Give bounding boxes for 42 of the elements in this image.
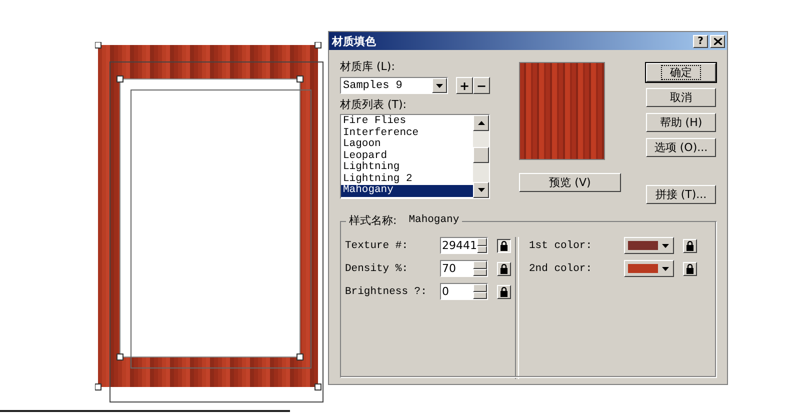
preview-button[interactable]: 预览 (V)	[519, 173, 621, 192]
window-title: 材质填色	[332, 34, 376, 48]
library-label: 材质库 (L):	[340, 60, 396, 74]
scrollbar[interactable]	[473, 115, 489, 198]
down-arrow-icon	[436, 84, 443, 88]
close-button[interactable]	[710, 34, 725, 48]
style-name-value: Mahogany	[408, 214, 460, 228]
list-item[interactable]: Leopard	[341, 150, 473, 162]
help-button[interactable]: ?	[693, 34, 708, 48]
spin-field[interactable]: 0	[440, 283, 488, 300]
add-button[interactable]: +	[456, 77, 473, 94]
list-item[interactable]: Lightning	[341, 162, 473, 174]
dialog-button[interactable]: 确定	[646, 63, 716, 82]
close-icon	[714, 38, 722, 44]
lock-button[interactable]	[497, 238, 511, 252]
color-label: 2nd color:	[529, 262, 594, 274]
style-name-label: 样式名称:	[349, 214, 397, 228]
list-item[interactable]: Interference	[341, 128, 473, 139]
scrollbar-thumb[interactable]	[473, 147, 489, 163]
list-item[interactable]: Lightning 2	[341, 174, 473, 185]
list-item[interactable]: Lagoon	[341, 139, 473, 150]
parameter-label: Density %:	[345, 262, 410, 274]
color-label: 1st color:	[529, 240, 594, 252]
remove-button[interactable]: −	[473, 77, 490, 94]
color-picker-button[interactable]	[624, 237, 674, 254]
dialog-button[interactable]: 选项 (O)...	[646, 138, 716, 157]
list-item[interactable]: Mahogany	[341, 185, 473, 196]
library-dropdown[interactable]: Samples 9	[340, 77, 448, 94]
dialog-button[interactable]: 帮助 (H)	[646, 113, 716, 132]
parameter-label: Brightness ?:	[345, 286, 428, 298]
spin-field[interactable]: 29441	[440, 237, 488, 254]
up-arrow-icon	[478, 121, 484, 125]
list-item[interactable]: Fire Flies	[341, 116, 473, 128]
color-picker-button[interactable]	[624, 260, 674, 277]
parameter-label: Texture #:	[345, 240, 410, 252]
texture-list-label: 材质列表 (T):	[340, 98, 408, 112]
down-arrow-icon	[478, 188, 484, 192]
down-arrow-icon	[662, 244, 669, 248]
tile-button[interactable]: 拼接 (T)...	[646, 185, 716, 204]
spin-field[interactable]: 70	[440, 260, 488, 277]
dialog-button[interactable]: 取消	[646, 88, 716, 107]
down-arrow-icon	[662, 266, 669, 270]
